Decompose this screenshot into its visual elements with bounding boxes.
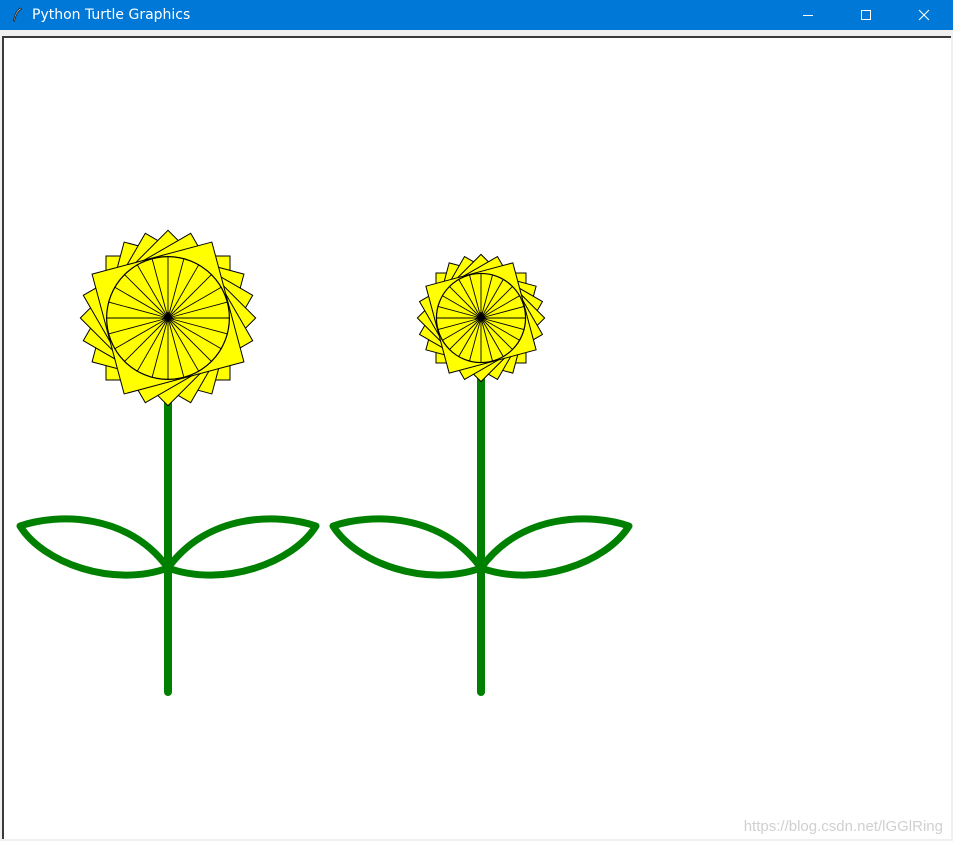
turtle-window: Python Turtle Graphics https://blog.csdn…	[0, 0, 953, 841]
turtle-canvas[interactable]: https://blog.csdn.net/lGGlRing	[2, 36, 951, 839]
minimize-icon	[803, 15, 813, 16]
right-leaf	[477, 515, 633, 579]
right-leaf	[164, 515, 320, 579]
left-leaf	[16, 515, 172, 579]
close-icon	[918, 9, 930, 21]
feather-pen-icon	[10, 7, 24, 23]
close-button[interactable]	[895, 0, 953, 30]
flowers-drawing	[16, 229, 633, 696]
maximize-button[interactable]	[837, 0, 895, 30]
maximize-icon	[861, 10, 871, 20]
title-bar[interactable]: Python Turtle Graphics	[0, 0, 953, 30]
minimize-button[interactable]	[779, 0, 837, 30]
watermark-text: https://blog.csdn.net/lGGlRing	[743, 818, 943, 835]
left-leaf	[329, 515, 485, 579]
window-title: Python Turtle Graphics	[32, 7, 191, 23]
